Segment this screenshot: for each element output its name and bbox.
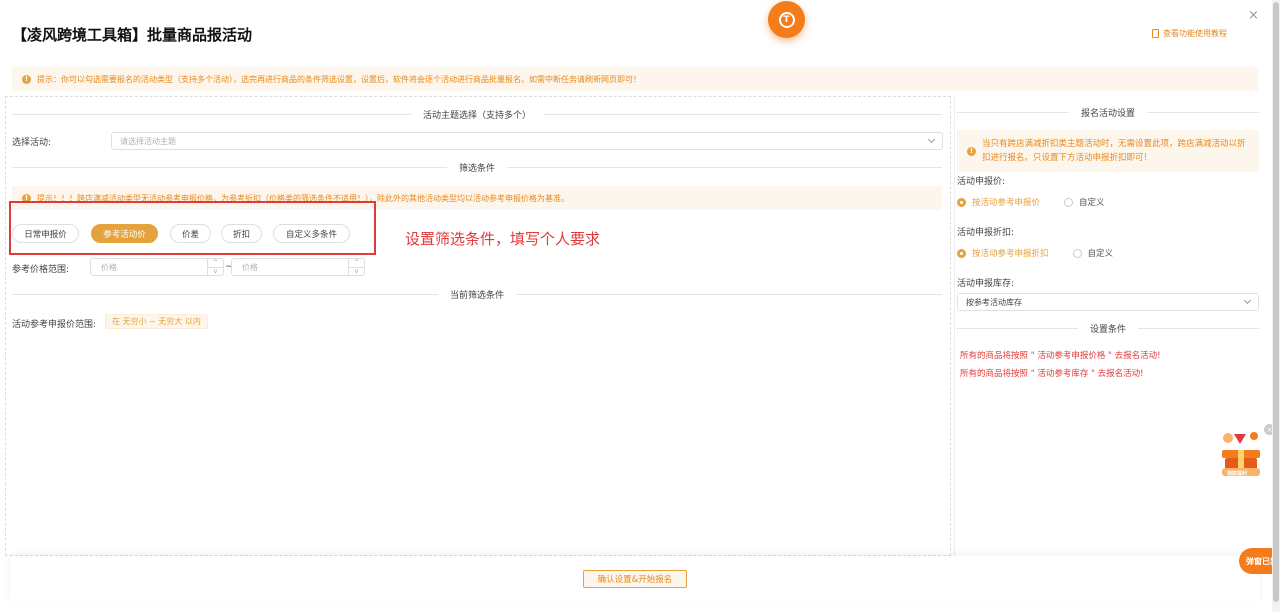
condition-text-price: 所有的商品将按照 " 活动参考申报价格 " 去报名活动!	[960, 351, 1161, 361]
page-title: 【凌风跨境工具箱】批量商品报活动	[12, 26, 253, 44]
current-filter-tag: 在 无穷小 ~ 无穷大 以内	[105, 314, 208, 329]
section-signup-header: 报名活动设置	[957, 105, 1260, 119]
current-filter-label: 活动参考申报价范围:	[12, 320, 97, 330]
tab-ref-activity-price[interactable]: 参考活动价	[91, 224, 158, 243]
right-tip-text: 当只有跨店满减折扣类主题活动时，无需设置此项，跨店满减活动以折扣进行报名。只设置…	[982, 139, 1246, 163]
radio-discount-ref-label[interactable]: 按活动参考申报折扣	[972, 247, 1049, 259]
select-activity-label: 选择活动:	[12, 138, 52, 148]
tab-discount[interactable]: 折扣	[221, 224, 262, 243]
price-max-stepper[interactable]: ^ v	[348, 259, 364, 275]
top-tip-text: 提示：你可以勾选需要报名的活动类型（支持多个活动），选完再进行商品的条件筛选设置…	[37, 74, 641, 84]
condition-text-stock: 所有的商品将按照 " 活动参考库存 " 去报名活动!	[960, 369, 1144, 379]
close-icon[interactable]: ×	[1248, 8, 1259, 23]
radio-price-ref-label[interactable]: 按活动参考申报价	[972, 196, 1040, 208]
price-max-input[interactable]: 价格 ^ v	[231, 258, 365, 276]
section-filter-title: 筛选条件	[459, 163, 496, 174]
section-signup-title: 报名活动设置	[1081, 108, 1136, 119]
tutorial-link[interactable]: 查看功能使用教程	[1152, 28, 1227, 39]
tutorial-link-label: 查看功能使用教程	[1163, 29, 1227, 38]
radio-discount-custom-label[interactable]: 自定义	[1088, 247, 1114, 259]
activity-theme-select[interactable]: 请选择活动主题	[111, 132, 943, 150]
price-max-placeholder: 价格	[242, 262, 258, 272]
chevron-down-icon	[1243, 296, 1252, 305]
stepper-down-icon[interactable]: v	[208, 266, 223, 276]
stock-setting-label: 活动申报库存:	[957, 279, 1015, 289]
stock-select-value: 按参考活动库存	[966, 297, 1022, 307]
warning-icon: !	[22, 74, 31, 84]
stepper-up-icon[interactable]: ^	[208, 259, 223, 267]
tab-custom-conditions[interactable]: 自定义多条件	[273, 224, 350, 243]
right-tip-banner: ! 当只有跨店满减折扣类主题活动时，无需设置此项，跨店满减活动以折扣进行报名。只…	[957, 130, 1259, 172]
section-filter-header: 筛选条件	[12, 160, 943, 174]
top-tip-banner: ! 提示：你可以勾选需要报名的活动类型（支持多个活动），选完再进行商品的条件筛选…	[12, 67, 1258, 91]
section-conditions-title: 设置条件	[1090, 324, 1127, 335]
document-icon	[1152, 29, 1159, 38]
price-min-input[interactable]: 价格 ^ v	[90, 258, 224, 276]
ref-price-range-label: 参考价格范围:	[12, 265, 70, 275]
radio-price-ref[interactable]	[957, 197, 966, 207]
stepper-up-icon[interactable]: ^	[349, 259, 364, 267]
discount-radio-group: 按活动参考申报折扣 自定义	[957, 247, 1113, 259]
confirm-start-button[interactable]: 确认设置&开始报名	[583, 570, 687, 588]
price-min-stepper[interactable]: ^ v	[207, 259, 223, 275]
tab-price-diff[interactable]: 价差	[170, 224, 211, 243]
section-current-title: 当前筛选条件	[450, 290, 505, 301]
stock-select[interactable]: 按参考活动库存	[957, 293, 1259, 311]
tool-logo-icon: T	[778, 11, 795, 28]
app-window: 【凌风跨境工具箱】批量商品报活动 T × 查看功能使用教程 ! 提示：你可以勾选…	[0, 0, 1280, 612]
activity-theme-placeholder: 请选择活动主题	[120, 136, 176, 146]
price-radio-group: 按活动参考申报价 自定义	[957, 196, 1105, 208]
radio-price-custom-label[interactable]: 自定义	[1079, 196, 1105, 208]
scrollbar-thumb[interactable]	[1273, 2, 1279, 602]
floating-tool-button[interactable]: T	[768, 1, 805, 38]
gift-caption: 领取福利	[1227, 471, 1248, 477]
gift-promo-widget[interactable]: 领取福利	[1214, 428, 1268, 480]
section-theme-title: 活动主题选择（支持多个）	[423, 110, 532, 121]
radio-discount-ref[interactable]	[957, 248, 966, 258]
discount-setting-label: 活动申报折扣:	[957, 228, 1015, 238]
radio-discount-custom[interactable]	[1072, 248, 1082, 258]
chevron-down-icon	[927, 135, 936, 144]
price-min-placeholder: 价格	[101, 262, 117, 272]
section-conditions-header: 设置条件	[957, 321, 1260, 335]
section-current-header: 当前筛选条件	[12, 287, 943, 301]
scrollbar[interactable]	[1272, 0, 1280, 612]
price-setting-label: 活动申报价:	[957, 177, 1006, 187]
section-theme-header: 活动主题选择（支持多个）	[12, 107, 943, 121]
radio-price-custom[interactable]	[1064, 197, 1074, 207]
tab-daily-price[interactable]: 日常申报价	[12, 224, 79, 243]
annotation-text: 设置筛选条件，填写个人要求	[405, 230, 601, 248]
warning-icon: !	[967, 146, 976, 156]
stepper-down-icon[interactable]: v	[349, 266, 364, 276]
